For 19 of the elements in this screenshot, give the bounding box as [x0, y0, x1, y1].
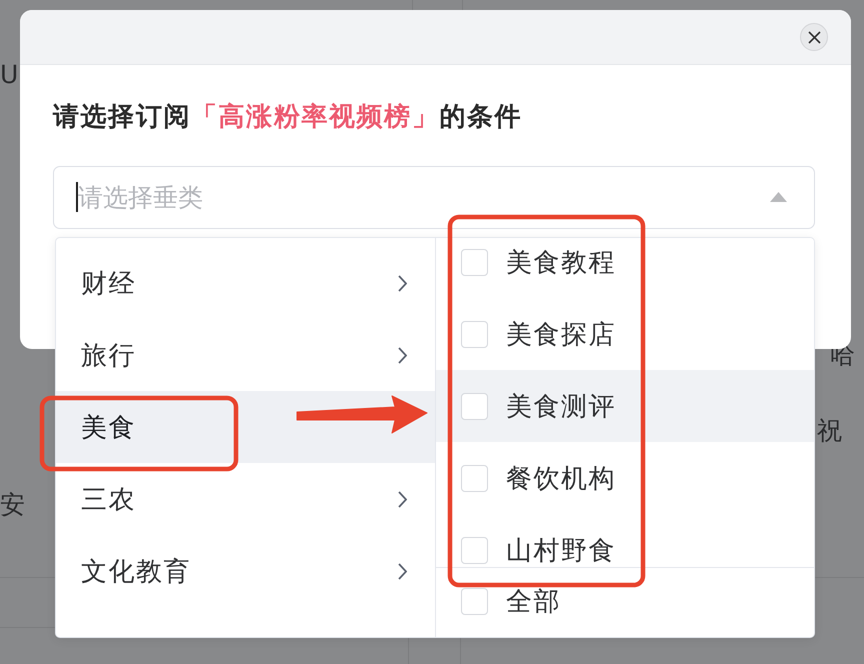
option-item[interactable]: 美食测评 — [436, 370, 814, 442]
checkbox[interactable] — [461, 588, 488, 614]
select-field[interactable]: 请选择垂类 — [53, 166, 815, 229]
checkbox[interactable] — [461, 248, 488, 276]
close-icon — [808, 30, 820, 44]
chevron-right-icon — [398, 274, 407, 292]
page-text: 安 — [0, 490, 25, 520]
checkbox[interactable] — [461, 536, 488, 564]
chevron-right-icon — [398, 562, 407, 580]
chevron-right-icon — [398, 346, 407, 364]
page-text: 祝 — [817, 416, 842, 446]
dialog-title: 请选择订阅「高涨粉率视频榜」的条件 — [53, 101, 524, 134]
option-item[interactable]: 美食教程 — [436, 238, 814, 298]
checkbox[interactable] — [461, 320, 488, 348]
chevron-right-icon — [398, 490, 407, 508]
checkbox[interactable] — [461, 392, 488, 420]
page-text: U — [0, 60, 18, 90]
checkbox[interactable] — [461, 464, 488, 492]
close-button[interactable] — [800, 23, 828, 51]
